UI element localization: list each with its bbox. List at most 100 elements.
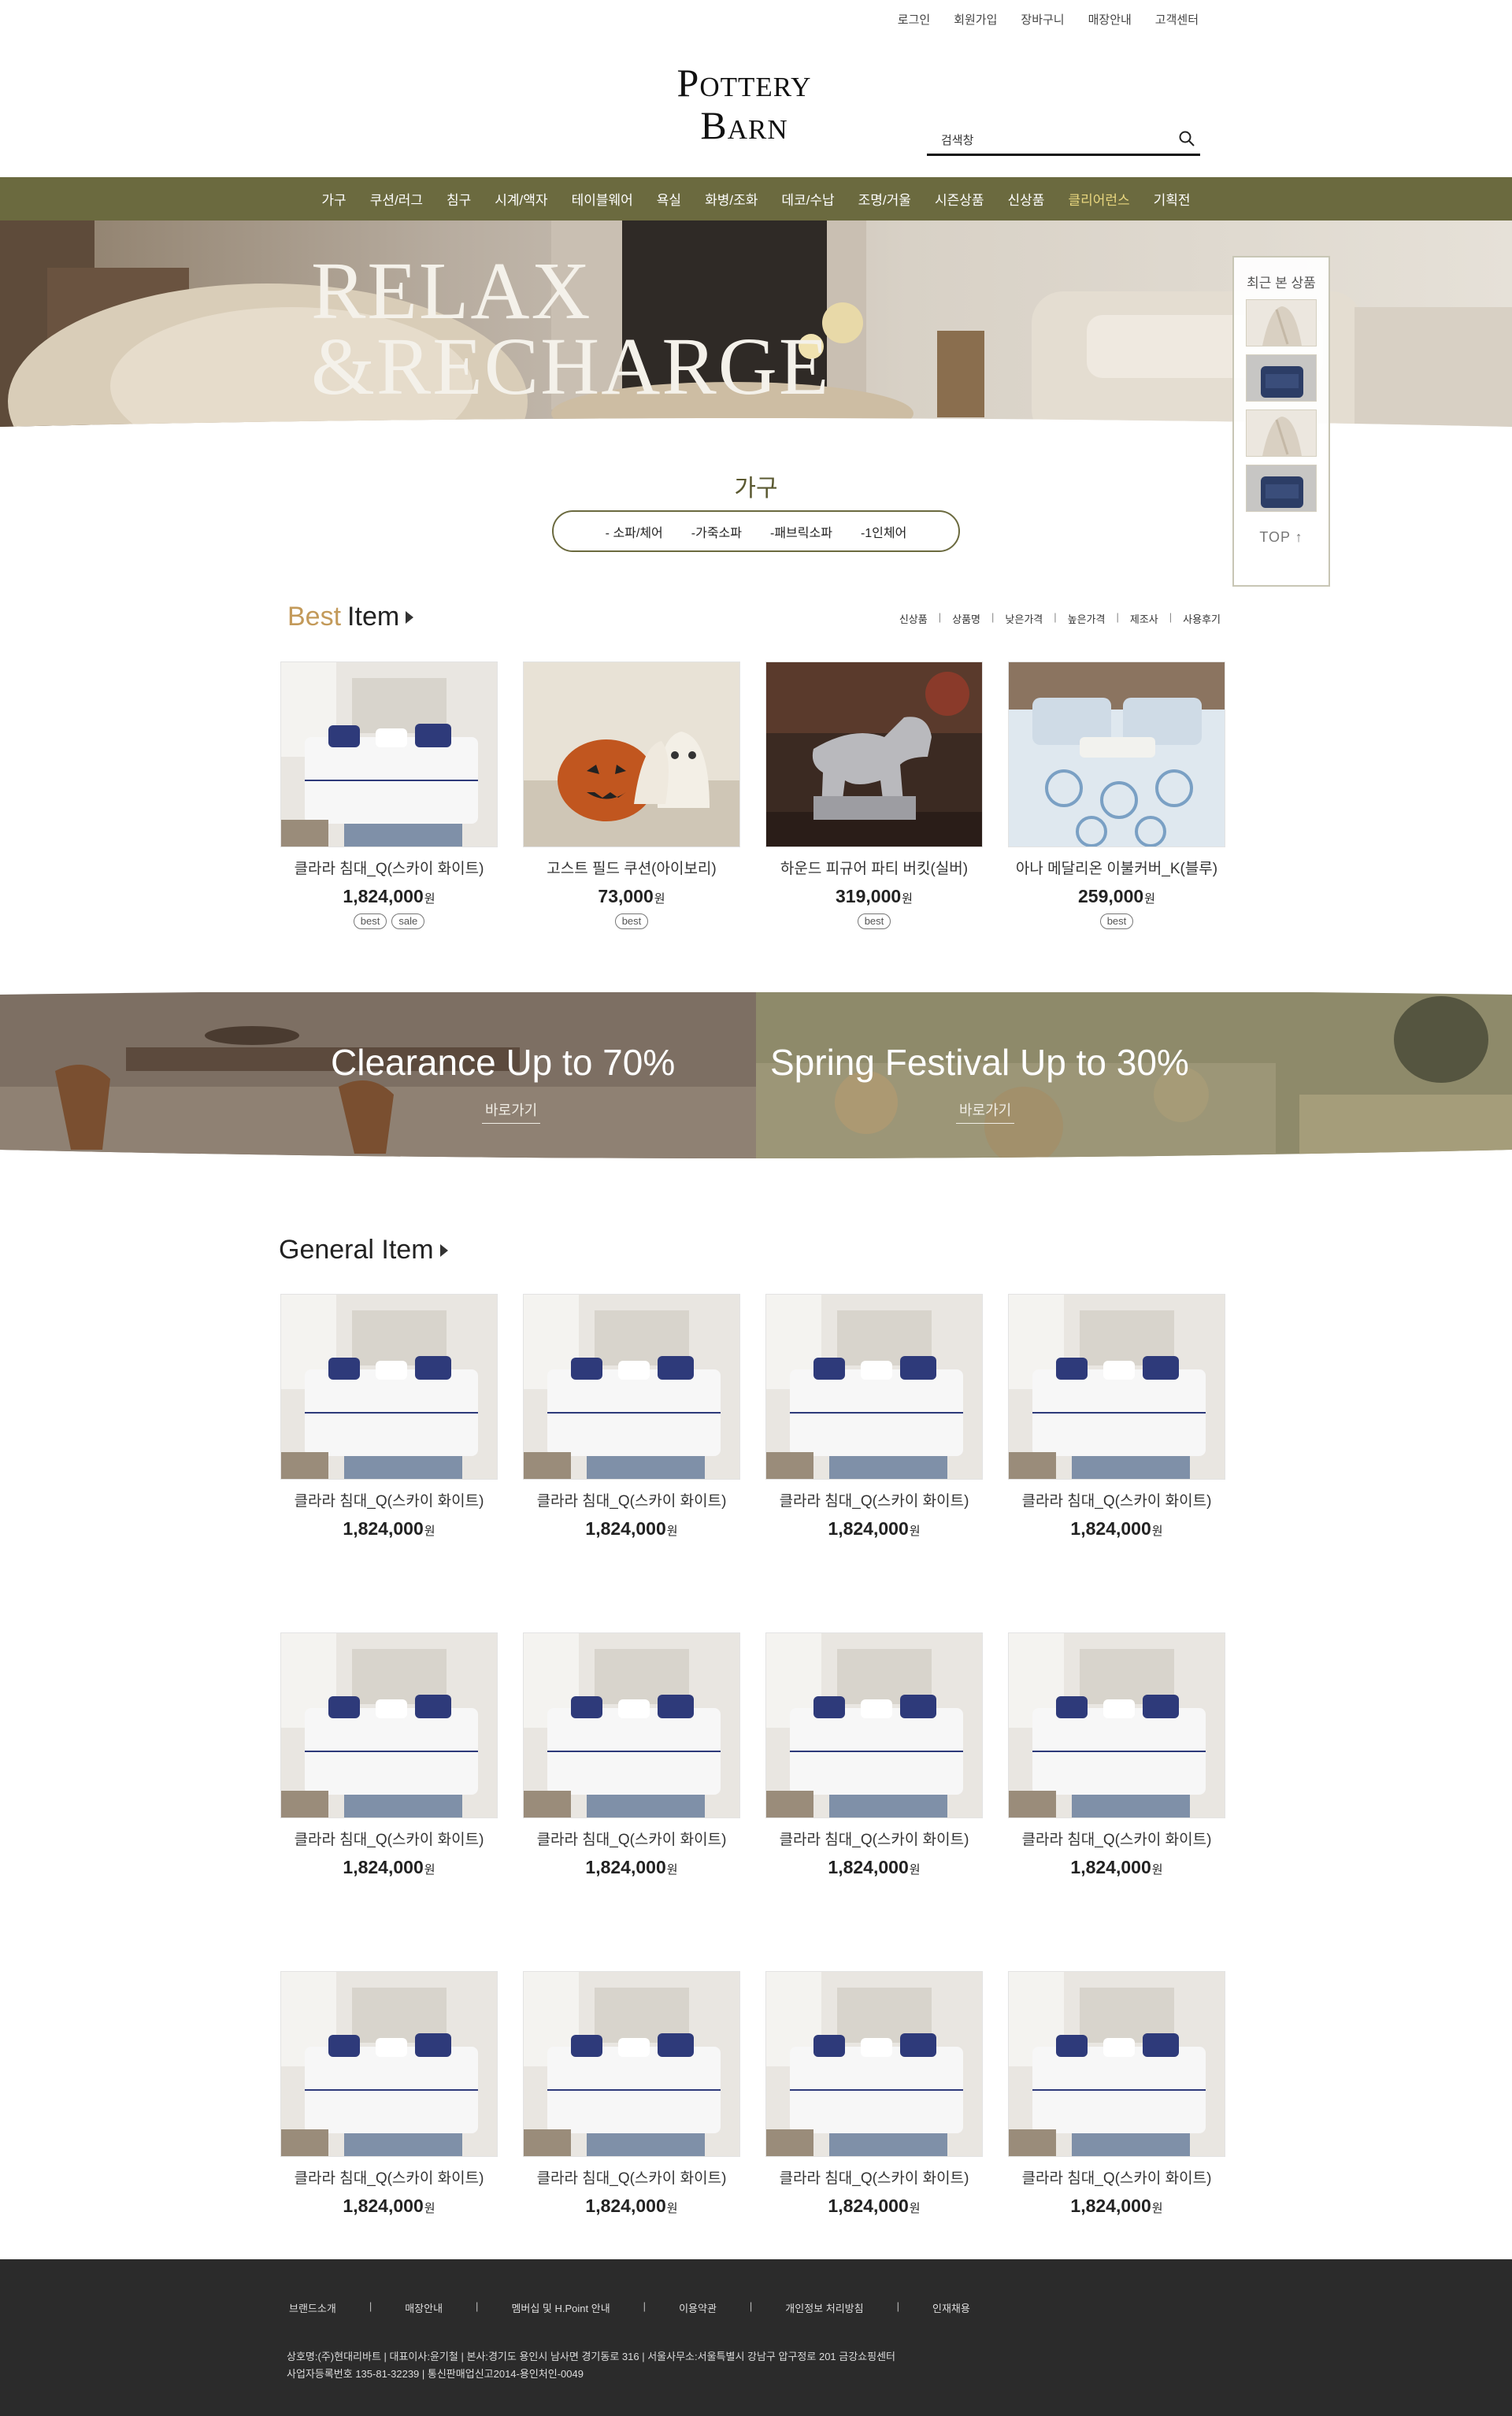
sort-options: 신상품 | 상품명 | 낮은가격 | 높은가격 | 제조사 | 사용후기 — [899, 611, 1221, 626]
nav-item-bedding[interactable]: 침구 — [435, 189, 483, 209]
sort-reviews[interactable]: 사용후기 — [1183, 611, 1221, 626]
nav-item-cushion-rug[interactable]: 쿠션/러그 — [358, 189, 435, 209]
product-image[interactable] — [280, 661, 498, 847]
general-item-heading[interactable]: General Item — [279, 1235, 448, 1265]
product-name[interactable]: 클라라 침대_Q(스카이 화이트) — [280, 1828, 498, 1849]
recent-thumb[interactable] — [1246, 299, 1317, 346]
product-name[interactable]: 고스트 필드 쿠션(아이보리) — [523, 857, 740, 878]
product-image[interactable] — [523, 1294, 740, 1480]
nav-item-furniture[interactable]: 가구 — [309, 189, 358, 209]
clearance-title: Clearance Up to 70% — [331, 1042, 676, 1083]
product-name[interactable]: 하운드 피규어 파티 버킷(실버) — [765, 857, 983, 878]
nav-item-seasonal[interactable]: 시즌상품 — [923, 189, 996, 209]
product-card[interactable]: 클라라 침대_Q(스카이 화이트) 1,824,000원 — [280, 1294, 498, 1540]
product-name[interactable]: 클라라 침대_Q(스카이 화이트) — [1008, 1828, 1225, 1849]
product-name[interactable]: 클라라 침대_Q(스카이 화이트) — [280, 1489, 498, 1510]
product-name[interactable]: 클라라 침대_Q(스카이 화이트) — [1008, 2166, 1225, 2188]
product-name[interactable]: 클라라 침대_Q(스카이 화이트) — [280, 857, 498, 878]
product-image[interactable] — [765, 1971, 983, 2157]
product-image[interactable] — [523, 1632, 740, 1818]
product-card[interactable]: 고스트 필드 쿠션(아이보리) 73,000원 best — [523, 661, 740, 929]
sort-new[interactable]: 신상품 — [899, 611, 928, 626]
brand-logo[interactable]: Pottery Barn — [0, 61, 1488, 146]
product-badges: best — [523, 913, 740, 929]
product-card[interactable]: 클라라 침대_Q(스카이 화이트) 1,824,000원 — [765, 1294, 983, 1540]
product-card[interactable]: 클라라 침대_Q(스카이 화이트) 1,824,000원 — [765, 1971, 983, 2217]
product-image[interactable] — [765, 661, 983, 847]
nav-item-bath[interactable]: 욕실 — [645, 189, 693, 209]
product-image[interactable] — [280, 1971, 498, 2157]
footer-link-brand[interactable]: 브랜드소개 — [289, 2300, 369, 2315]
back-to-top-button[interactable]: TOP ↑ — [1234, 529, 1329, 546]
nav-item-tableware[interactable]: 테이블웨어 — [560, 189, 645, 209]
product-name[interactable]: 클라라 침대_Q(스카이 화이트) — [523, 1489, 740, 1510]
nav-item-deco-storage[interactable]: 데코/수납 — [769, 189, 846, 209]
product-name[interactable]: 클라라 침대_Q(스카이 화이트) — [1008, 1489, 1225, 1510]
product-card[interactable]: 클라라 침대_Q(스카이 화이트) 1,824,000원 — [1008, 1632, 1225, 1878]
sort-name[interactable]: 상품명 — [952, 611, 980, 626]
cart-link[interactable]: 장바구니 — [1021, 11, 1064, 28]
best-badge: best — [614, 913, 649, 929]
product-card[interactable]: 클라라 침대_Q(스카이 화이트) 1,824,000원 — [280, 1632, 498, 1878]
product-card[interactable]: 클라라 침대_Q(스카이 화이트) 1,824,000원 — [523, 1632, 740, 1878]
best-item-heading[interactable]: Best Item — [287, 602, 414, 632]
subcategory-single-chair[interactable]: -1인체어 — [861, 522, 906, 541]
product-card[interactable]: 클라라 침대_Q(스카이 화이트) 1,824,000원 — [1008, 1294, 1225, 1540]
search-box[interactable]: 검색창 — [927, 126, 1200, 156]
product-image[interactable] — [1008, 1632, 1225, 1818]
product-image[interactable] — [1008, 1971, 1225, 2157]
product-name[interactable]: 클라라 침대_Q(스카이 화이트) — [280, 2166, 498, 2188]
login-link[interactable]: 로그인 — [898, 11, 930, 28]
product-image[interactable] — [523, 661, 740, 847]
product-image[interactable] — [765, 1632, 983, 1818]
nav-item-special[interactable]: 기획전 — [1142, 189, 1203, 209]
product-name[interactable]: 아나 메달리온 이불커버_K(블루) — [1008, 857, 1225, 878]
clearance-link[interactable]: 바로가기 — [482, 1099, 541, 1124]
product-card[interactable]: 클라라 침대_Q(스카이 화이트) 1,824,000원 — [280, 1971, 498, 2217]
subcategory-leather-sofa[interactable]: -가죽소파 — [691, 522, 742, 541]
nav-item-new[interactable]: 신상품 — [996, 189, 1057, 209]
search-input[interactable]: 검색창 — [941, 132, 973, 148]
product-name[interactable]: 클라라 침대_Q(스카이 화이트) — [523, 1828, 740, 1849]
customer-center-link[interactable]: 고객센터 — [1155, 11, 1199, 28]
footer-link-careers[interactable]: 인재채용 — [932, 2300, 1003, 2315]
product-name[interactable]: 클라라 침대_Q(스카이 화이트) — [765, 1828, 983, 1849]
product-card[interactable]: 클라라 침대_Q(스카이 화이트) 1,824,000원 best sale — [280, 661, 498, 929]
product-image[interactable] — [1008, 661, 1225, 847]
product-image[interactable] — [1008, 1294, 1225, 1480]
product-name[interactable]: 클라라 침대_Q(스카이 화이트) — [523, 2166, 740, 2188]
product-card[interactable]: 클라라 침대_Q(스카이 화이트) 1,824,000원 — [523, 1294, 740, 1540]
sort-maker[interactable]: 제조사 — [1130, 611, 1158, 626]
product-image[interactable] — [280, 1632, 498, 1818]
product-price: 1,824,000원 — [343, 1857, 435, 1877]
nav-item-clock-frame[interactable]: 시계/액자 — [483, 189, 559, 209]
subcategory-fabric-sofa[interactable]: -패브릭소파 — [770, 522, 832, 541]
footer-link-terms[interactable]: 이용약관 — [679, 2300, 750, 2315]
nav-item-clearance[interactable]: 클리어런스 — [1056, 189, 1141, 209]
product-card[interactable]: 클라라 침대_Q(스카이 화이트) 1,824,000원 — [523, 1971, 740, 2217]
recent-thumb[interactable] — [1246, 409, 1317, 457]
product-card[interactable]: 하운드 피규어 파티 버킷(실버) 319,000원 best — [765, 661, 983, 929]
footer-link-stores[interactable]: 매장안내 — [405, 2300, 476, 2315]
sort-low-price[interactable]: 낮은가격 — [1005, 611, 1043, 626]
search-icon[interactable] — [1178, 130, 1195, 150]
footer-link-privacy[interactable]: 개인정보 처리방침 — [785, 2300, 896, 2315]
nav-item-vase[interactable]: 화병/조화 — [693, 189, 769, 209]
product-name[interactable]: 클라라 침대_Q(스카이 화이트) — [765, 1489, 983, 1510]
product-image[interactable] — [765, 1294, 983, 1480]
stores-link[interactable]: 매장안내 — [1088, 11, 1132, 28]
product-image[interactable] — [280, 1294, 498, 1480]
product-image[interactable] — [523, 1971, 740, 2157]
sort-high-price[interactable]: 높은가격 — [1068, 611, 1106, 626]
general-item-grid: 클라라 침대_Q(스카이 화이트) 1,824,000원 클라라 침대_Q(스카이 … — [280, 1294, 1225, 2217]
product-card[interactable]: 아나 메달리온 이불커버_K(블루) 259,000원 best — [1008, 661, 1225, 929]
spring-festival-link[interactable]: 바로가기 — [956, 1099, 1015, 1124]
product-card[interactable]: 클라라 침대_Q(스카이 화이트) 1,824,000원 — [765, 1632, 983, 1878]
subcategory-sofa-chair[interactable]: - 소파/체어 — [606, 522, 663, 541]
product-card[interactable]: 클라라 침대_Q(스카이 화이트) 1,824,000원 — [1008, 1971, 1225, 2217]
recent-thumb[interactable] — [1246, 354, 1317, 402]
footer-link-membership[interactable]: 멤버십 및 H.Point 안내 — [511, 2300, 643, 2315]
nav-item-lighting-mirror[interactable]: 조명/거울 — [847, 189, 923, 209]
product-name[interactable]: 클라라 침대_Q(스카이 화이트) — [765, 2166, 983, 2188]
join-link[interactable]: 회원가입 — [954, 11, 997, 28]
